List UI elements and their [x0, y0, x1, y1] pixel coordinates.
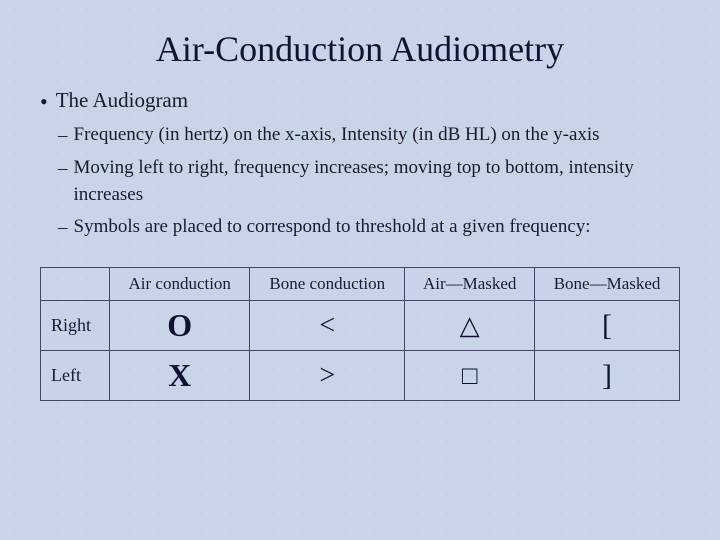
col-header-empty — [41, 268, 110, 301]
row-label-left: Left — [41, 351, 110, 401]
dash-2: – — [58, 155, 68, 183]
symbol-table: Air conduction Bone conduction Air—Maske… — [40, 267, 680, 401]
table-row-right: Right O < △ [ — [41, 301, 680, 351]
left-bone-conduction-symbol: > — [250, 351, 405, 401]
col-header-bone-conduction: Bone conduction — [250, 268, 405, 301]
sub-bullet-text-3: Symbols are placed to correspond to thre… — [74, 213, 591, 241]
right-air-masked-symbol: △ — [405, 301, 535, 351]
table-row-left: Left X > □ ] — [41, 351, 680, 401]
dash-3: – — [58, 214, 68, 242]
bullet-dot: • — [40, 89, 48, 115]
table-header-row: Air conduction Bone conduction Air—Maske… — [41, 268, 680, 301]
main-bullet-text: The Audiogram — [56, 88, 188, 113]
col-header-bone-masked: Bone—Masked — [535, 268, 680, 301]
right-bone-conduction-symbol: < — [250, 301, 405, 351]
main-bullet: • The Audiogram — [40, 88, 680, 115]
slide-content: • The Audiogram – Frequency (in hertz) o… — [40, 88, 680, 516]
sub-bullet-text-2: Moving left to right, frequency increase… — [74, 154, 681, 209]
sub-bullet-2: – Moving left to right, frequency increa… — [58, 154, 680, 209]
slide-title: Air-Conduction Audiometry — [40, 28, 680, 70]
left-air-conduction-symbol: X — [110, 351, 250, 401]
col-header-air-conduction: Air conduction — [110, 268, 250, 301]
sub-bullet-text-1: Frequency (in hertz) on the x-axis, Inte… — [74, 121, 600, 149]
dash-1: – — [58, 122, 68, 150]
right-air-conduction-symbol: O — [110, 301, 250, 351]
sub-bullet-list: – Frequency (in hertz) on the x-axis, In… — [58, 121, 680, 245]
sub-bullet-1: – Frequency (in hertz) on the x-axis, In… — [58, 121, 680, 150]
col-header-air-masked: Air—Masked — [405, 268, 535, 301]
sub-bullet-3: – Symbols are placed to correspond to th… — [58, 213, 680, 242]
slide: Air-Conduction Audiometry • The Audiogra… — [0, 0, 720, 540]
left-air-masked-symbol: □ — [405, 351, 535, 401]
left-bone-masked-symbol: ] — [535, 351, 680, 401]
right-bone-masked-symbol: [ — [535, 301, 680, 351]
row-label-right: Right — [41, 301, 110, 351]
symbol-table-section: Air conduction Bone conduction Air—Maske… — [40, 267, 680, 401]
